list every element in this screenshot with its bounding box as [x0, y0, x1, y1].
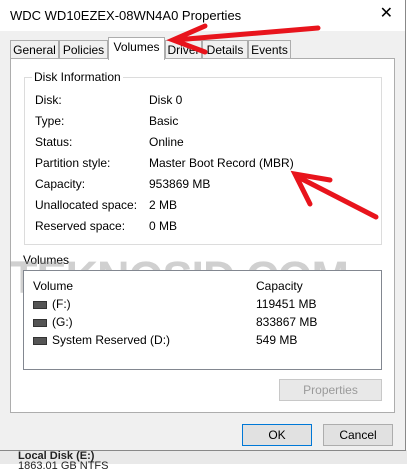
status-label: Status: — [35, 135, 73, 149]
cancel-button[interactable]: Cancel — [323, 424, 393, 446]
volume-name: (G:) — [52, 315, 73, 329]
drive-icon — [33, 336, 47, 345]
list-item[interactable]: (F:) — [33, 297, 373, 311]
reserved-label: Reserved space: — [35, 219, 126, 233]
volumes-list[interactable]: Volume Capacity (F:) 119451 MB (G:) 8338… — [23, 270, 382, 370]
volume-capacity: 549 MB — [256, 333, 298, 347]
tab-driver[interactable]: Driver — [165, 40, 202, 59]
volume-name: (F:) — [52, 297, 71, 311]
capacity-value: 953869 MB — [149, 177, 211, 191]
list-item[interactable]: (G:) — [33, 315, 373, 329]
tab-general[interactable]: General — [10, 40, 59, 59]
column-header-volume[interactable]: Volume — [33, 279, 73, 293]
drive-icon — [33, 318, 47, 327]
unallocated-label: Unallocated space: — [35, 198, 138, 212]
list-item[interactable]: System Reserved (D:) — [33, 333, 373, 347]
volume-name: System Reserved (D:) — [52, 333, 171, 347]
status-value: Online — [149, 135, 184, 149]
partition-style-value: Master Boot Record (MBR) — [149, 156, 294, 170]
disk-label: Disk: — [35, 93, 62, 107]
window-title: WDC WD10EZEX-08WN4A0 Properties — [10, 8, 242, 23]
reserved-value: 0 MB — [149, 219, 178, 233]
tab-events[interactable]: Events — [248, 40, 291, 59]
properties-dialog: WDC WD10EZEX-08WN4A0 Properties ✕ Genera… — [0, 0, 406, 451]
column-header-capacity[interactable]: Capacity — [256, 279, 303, 293]
capacity-label: Capacity: — [35, 177, 86, 191]
properties-button[interactable]: Properties — [279, 379, 382, 401]
background-text-2: 1863.01 GB NTFS — [18, 460, 109, 472]
partition-style-label: Partition style: — [35, 156, 111, 170]
drive-icon — [33, 300, 47, 309]
volume-capacity: 833867 MB — [256, 315, 318, 329]
tab-policies[interactable]: Policies — [59, 40, 108, 59]
disk-value: Disk 0 — [149, 93, 183, 107]
unallocated-value: 2 MB — [149, 198, 178, 212]
type-value: Basic — [149, 114, 179, 128]
ok-button[interactable]: OK — [242, 424, 312, 446]
tab-volumes[interactable]: Volumes — [108, 37, 165, 60]
close-icon[interactable]: ✕ — [380, 5, 393, 23]
volume-capacity: 119451 MB — [256, 297, 317, 311]
tab-details[interactable]: Details — [202, 40, 248, 59]
disk-info-label: Disk Information — [32, 70, 123, 84]
title-bar: WDC WD10EZEX-08WN4A0 Properties ✕ — [0, 0, 405, 31]
type-label: Type: — [35, 114, 65, 128]
